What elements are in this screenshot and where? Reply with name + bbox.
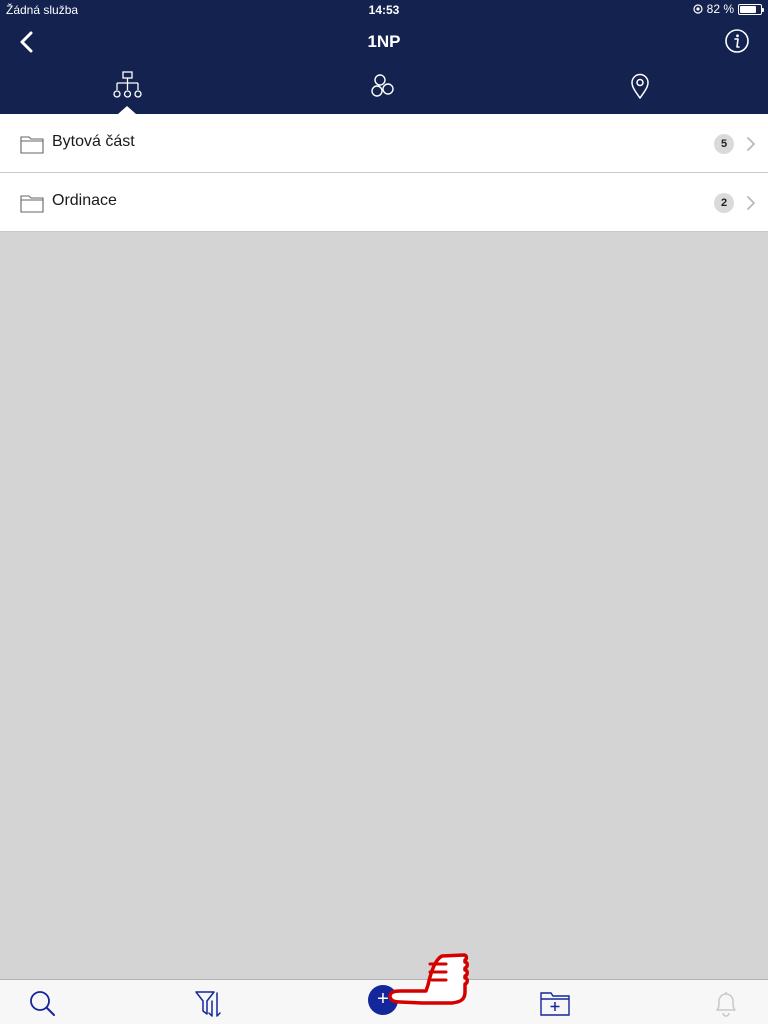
info-icon[interactable] [724, 28, 750, 54]
new-folder-icon[interactable] [539, 987, 571, 1019]
status-bar: Žádná služba 14:53 82 % [0, 0, 768, 20]
orientation-lock-icon [693, 4, 703, 14]
location-pin-icon [631, 73, 649, 100]
folder-name: Bytová část [52, 133, 135, 150]
clock: 14:53 [368, 3, 400, 17]
folder-icon [20, 136, 44, 154]
status-right: 82 % [693, 2, 764, 16]
selected-tab-indicator [118, 106, 136, 114]
bell-icon[interactable] [710, 987, 742, 1019]
battery-percent: 82 % [706, 2, 734, 16]
header: Žádná služba 14:53 82 % 1NP [0, 0, 768, 114]
page-title: 1NP [367, 32, 401, 51]
tab-location[interactable] [620, 70, 660, 102]
folder-name: Ordinace [52, 192, 117, 209]
pointing-hand-icon [388, 953, 469, 1005]
folder-list: Bytová část 5 Ordinace 2 [0, 114, 768, 232]
list-item[interactable]: Bytová část 5 [0, 114, 768, 173]
hierarchy-icon [113, 71, 142, 98]
count-badge: 2 [714, 193, 734, 213]
navigation-bar: 1NP [0, 20, 768, 64]
tab-groups[interactable] [364, 70, 404, 102]
filter-sort-icon[interactable] [194, 987, 226, 1019]
battery-icon [738, 3, 764, 15]
search-icon[interactable] [26, 987, 58, 1019]
view-tabs [0, 64, 768, 114]
circles-group-icon [371, 74, 394, 97]
tab-hierarchy[interactable] [107, 70, 147, 102]
count-badge: 5 [714, 134, 734, 154]
chevron-right-icon [747, 137, 755, 151]
folder-icon [20, 195, 44, 213]
chevron-right-icon [747, 196, 755, 210]
list-item[interactable]: Ordinace 2 [0, 173, 768, 232]
